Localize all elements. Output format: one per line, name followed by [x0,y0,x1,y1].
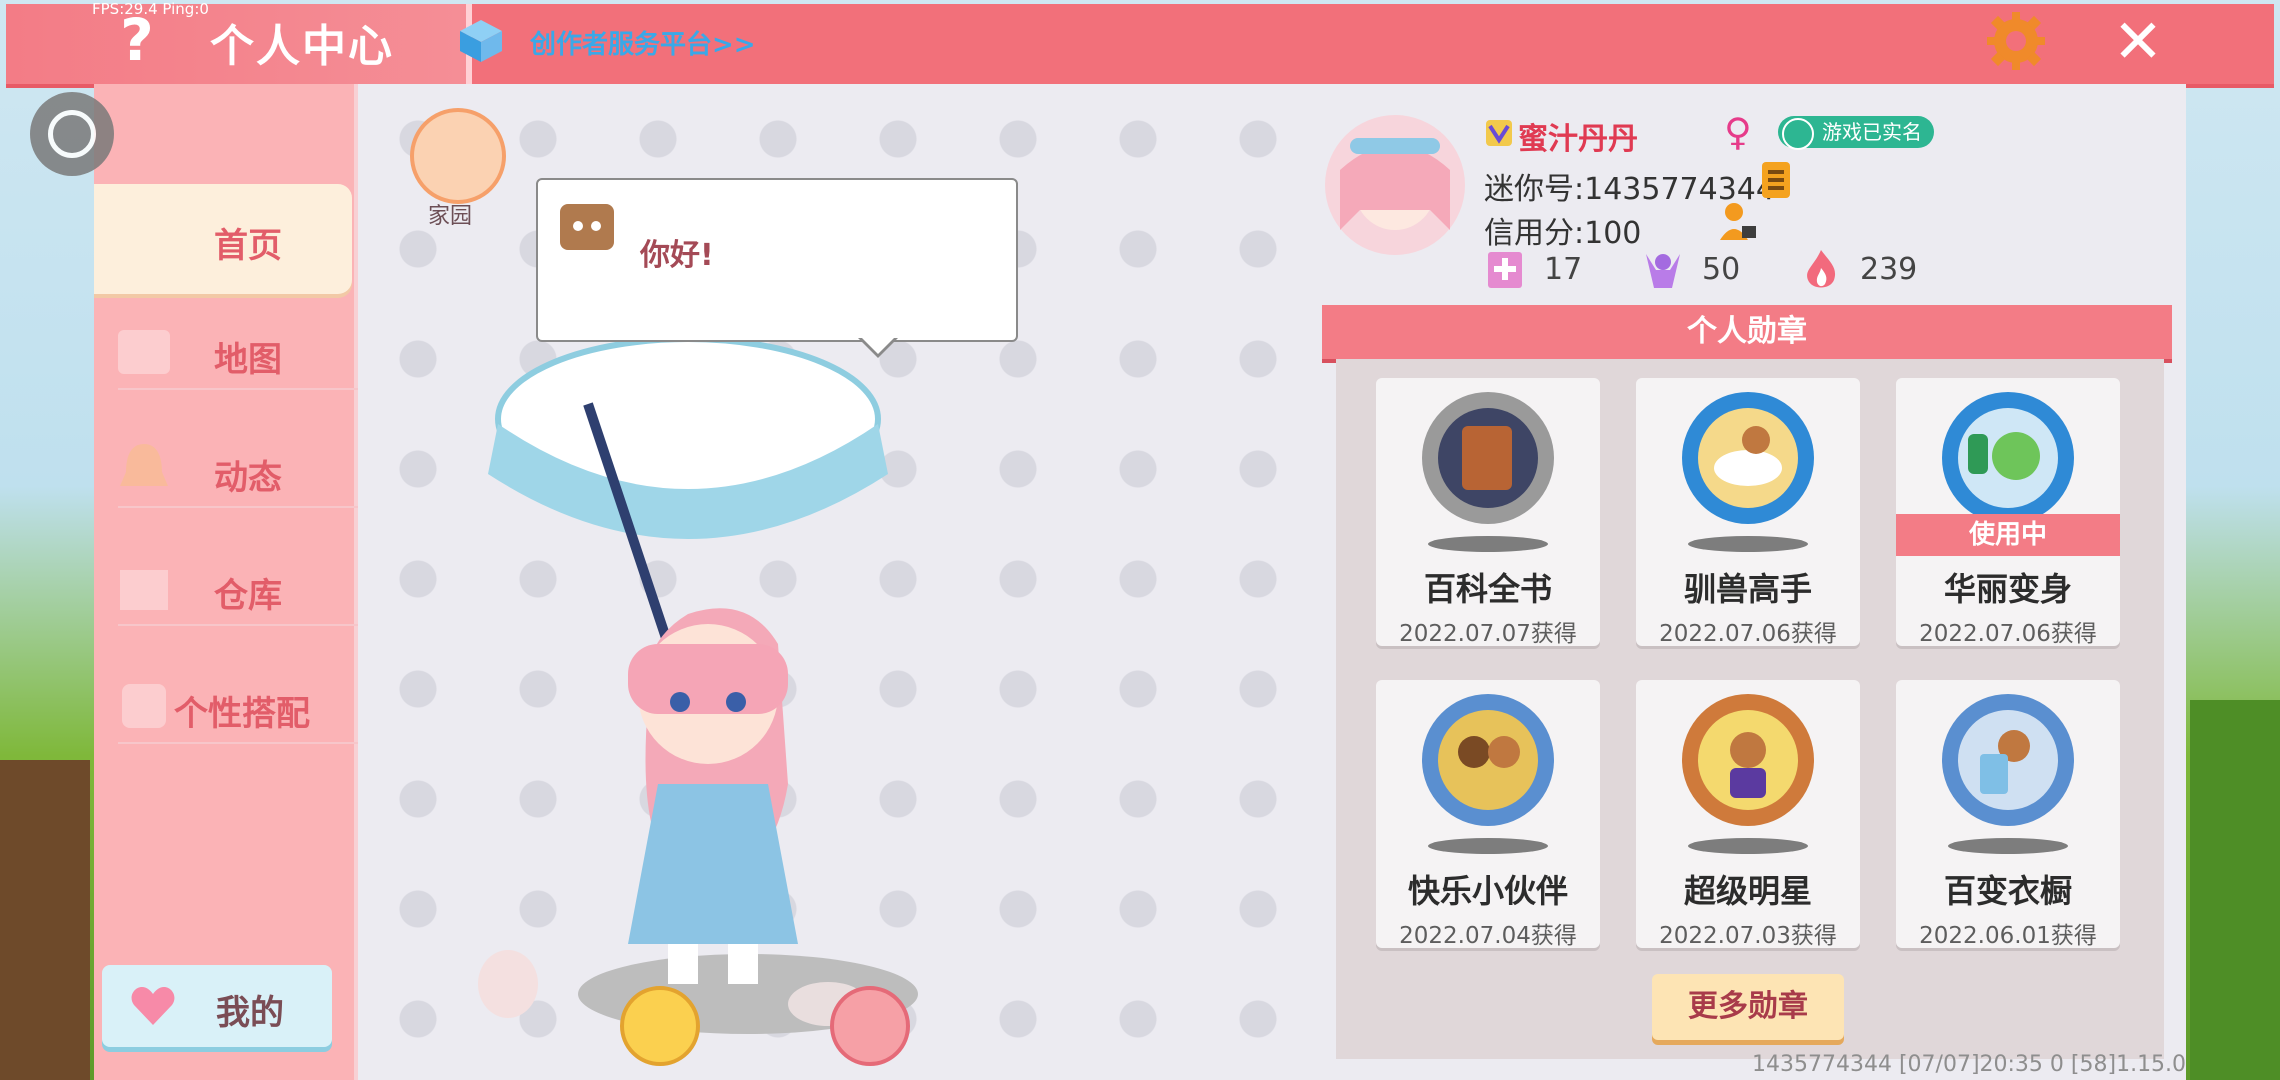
unlock-icon[interactable] [830,986,910,1066]
stat-value: 239 [1860,252,1918,287]
plus-flag-icon [1488,252,1522,288]
verified-label: 游戏已实名 [1822,120,1922,144]
background-block-left [0,760,90,1080]
medal-shadow [1428,536,1548,552]
badge-name: 超级明星 [1683,872,1812,910]
badge-date: 2022.07.03获得 [1659,923,1837,949]
medal-shadow [1688,838,1808,854]
badge-card[interactable]: 超级明星 2022.07.03获得 [1636,680,1860,949]
badge-card[interactable]: 驯兽高手 2022.07.06获得 [1636,378,1860,647]
question-mark-icon[interactable]: ? [112,8,162,72]
page-title: 个人中心 [210,21,394,72]
medal-shadow [1428,838,1548,854]
badge-date: 2022.07.06获得 [1659,621,1837,647]
sidebar-item-label: 动态 [214,458,282,498]
badge-date: 2022.07.06获得 [1919,621,2097,647]
sidebar: 首页 地图 动态 仓库 个性搭配 [94,84,418,1080]
in-use-label: 使用中 [1896,514,2120,556]
sidebar-item-map[interactable]: 地图 [94,298,354,408]
sidebar-item-label: 仓库 [214,576,282,616]
person-card-icon[interactable] [1718,200,1758,242]
copy-icon[interactable] [1760,160,1796,204]
badge-card[interactable]: 快乐小伙伴 2022.07.04获得 [1376,680,1600,949]
edit-icon[interactable] [620,986,700,1066]
medal-shadow [1948,838,2068,854]
creator-platform-link[interactable]: 创作者服务平台>> [530,24,756,61]
stat-value: 17 [1544,252,1583,287]
bubble-tail-inner [860,336,896,354]
badge-name: 百变衣橱 [1943,872,2072,910]
cube-icon [460,20,502,62]
verified-badge: 游戏已实名 [1778,116,1934,150]
badge-section-header: 个人勋章 [1322,305,2172,363]
profile-avatar[interactable] [1320,110,1470,260]
sidebar-item-label: 首页 [214,226,282,266]
warehouse-icon [120,570,168,610]
sidebar-item-label: 地图 [214,340,282,380]
sidebar-item-label: 个性搭配 [174,694,310,734]
username: 蜜汁丹丹 [1518,122,1638,157]
badge-card[interactable]: 使用中 华丽变身 2022.07.06获得 [1896,378,2120,647]
my-button-label: 我的 [216,993,284,1033]
stat-value: 50 [1702,252,1741,287]
greeting-text: 你好! [640,238,714,273]
vip-badge-icon [1486,120,1512,146]
my-button[interactable]: 我的 [102,965,332,1047]
badge-date: 2022.06.01获得 [1919,923,2097,949]
credit-score: 信用分:100 [1484,216,1642,251]
speech-bubble: 你好! [536,178,1018,358]
background-block-right [2190,700,2280,1080]
badge-card[interactable]: 百变衣橱 2022.06.01获得 [1896,680,2120,949]
bell-icon [120,444,168,486]
flame-icon [1807,250,1836,288]
sidebar-item-outfit[interactable]: 个性搭配 [94,652,354,762]
badge-name: 快乐小伙伴 [1407,872,1568,910]
verified-user-icon [1782,118,1814,150]
chat-avatar-icon [560,204,614,250]
gear-icon[interactable] [1985,10,2047,72]
badge-date: 2022.07.07获得 [1399,621,1577,647]
home-label: 家园 [428,204,473,229]
wardrobe-medal-icon [1942,694,2074,826]
sidebar-item-home[interactable]: 首页 [94,184,352,294]
cheer-icon [1646,254,1680,288]
badge-name: 百科全书 [1423,570,1552,608]
happy-buddy-medal-icon [1422,694,1554,826]
map-icon [118,330,170,374]
close-icon[interactable]: ✕ [2108,12,2168,72]
sidebar-item-feed[interactable]: 动态 [94,416,354,526]
transformation-medal-icon [1942,392,2074,524]
record-button[interactable] [30,92,114,176]
superstar-medal-icon [1682,694,1814,826]
debug-footer: 1435774344 [07/07]20:35 0 [58]1.15.0 [1752,1052,2187,1077]
heart-icon [131,987,175,1025]
home-icon[interactable] [410,108,506,204]
badge-name: 驯兽高手 [1683,570,1812,608]
badge-card[interactable]: 百科全书 2022.07.07获得 [1376,378,1600,647]
beast-tamer-medal-icon [1682,392,1814,524]
badge-date: 2022.07.04获得 [1399,923,1577,949]
medal-shadow [1688,536,1808,552]
badge-name: 华丽变身 [1943,570,2072,608]
more-badges-button[interactable]: 更多勋章 [1652,974,1844,1040]
encyclopedia-medal-icon [1422,392,1554,524]
gender-female-icon: ♀ [1724,110,1752,154]
outfit-icon [122,684,166,728]
sidebar-item-warehouse[interactable]: 仓库 [94,534,354,644]
